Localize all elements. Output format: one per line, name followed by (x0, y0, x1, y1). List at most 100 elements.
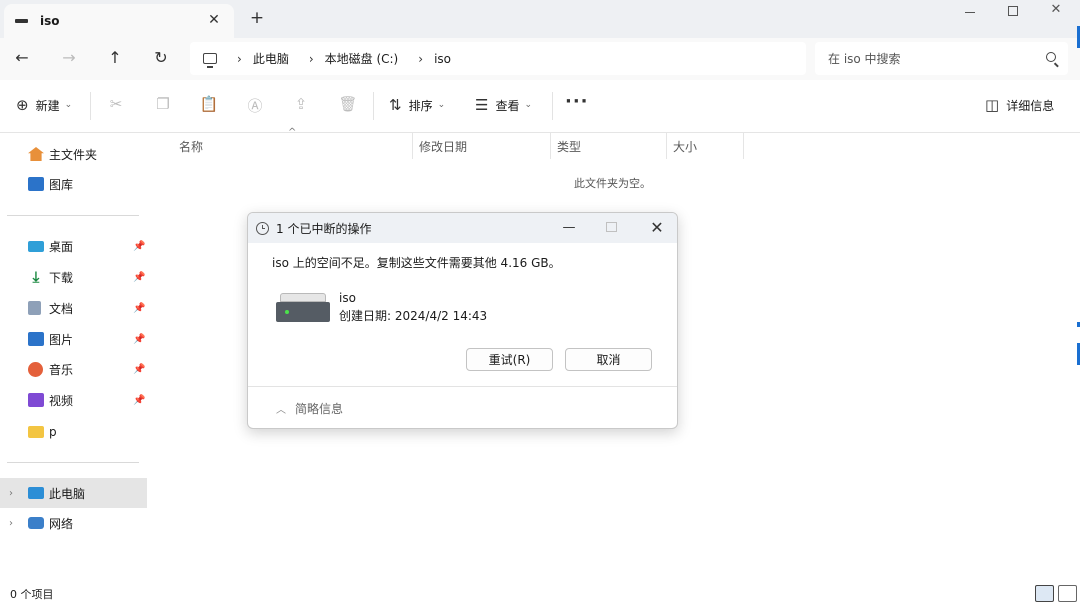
search-input[interactable]: 在 iso 中搜索 (815, 42, 1068, 75)
column-divider[interactable] (412, 133, 413, 159)
desktop-icon (28, 240, 44, 252)
pin-icon[interactable]: 📌 (133, 272, 145, 283)
back-icon[interactable]: ← (10, 47, 34, 69)
breadcrumb-separator-icon: › (237, 51, 242, 66)
cut-icon[interactable]: ✂ (105, 95, 127, 113)
delete-icon[interactable]: 🗑 (337, 95, 359, 113)
pin-icon[interactable]: 📌 (133, 334, 145, 345)
dialog-divider (248, 386, 677, 387)
sidebar-item-music[interactable]: 音乐 📌 (0, 354, 147, 384)
pin-icon[interactable]: 📌 (133, 364, 145, 375)
drive-led (285, 310, 289, 314)
chevron-down-icon: ⌄ (524, 100, 533, 110)
refresh-icon[interactable]: ↻ (149, 47, 173, 69)
details-view-icon[interactable] (1035, 585, 1054, 602)
dialog-maximize-button (606, 222, 617, 232)
column-header-type[interactable]: 类型 (557, 133, 581, 159)
paste-icon[interactable]: 📋 (198, 95, 220, 113)
tab-close-icon[interactable]: ✕ (206, 12, 222, 28)
dialog-close-button[interactable]: ✕ (649, 218, 665, 237)
gallery-icon (28, 177, 44, 191)
view-button[interactable]: ☰ 查看 ⌄ (475, 96, 532, 114)
sort-button[interactable]: ⇅ 排序 ⌄ (389, 96, 445, 114)
forward-icon[interactable]: → (57, 47, 81, 69)
tiles-view-icon[interactable] (1058, 585, 1077, 602)
drive-top-face (280, 293, 326, 302)
sidebar-item-pictures[interactable]: 图片 📌 (0, 324, 147, 354)
dialog-title: 1 个已中断的操作 (276, 221, 372, 236)
search-icon (1046, 52, 1056, 62)
minimize-icon (965, 12, 975, 13)
search-placeholder: 在 iso 中搜索 (828, 52, 901, 66)
sidebar-item-label: 视频 (49, 393, 74, 408)
breadcrumb-this-pc[interactable]: 此电脑 (253, 50, 289, 67)
download-icon: ⤓ (32, 268, 40, 286)
toolbar-divider (373, 92, 374, 120)
item-count: 0 个项目 (10, 588, 54, 601)
retry-button[interactable]: 重试(R) (466, 348, 553, 371)
sidebar-item-gallery[interactable]: 图库 (0, 169, 147, 199)
details-label: 详细信息 (1006, 98, 1055, 113)
pin-icon[interactable]: 📌 (133, 303, 145, 314)
window-close-button[interactable]: ✕ (1041, 2, 1071, 20)
sidebar-item-label: 主文件夹 (49, 147, 98, 162)
column-header-size[interactable]: 大小 (673, 133, 697, 159)
hard-drive-icon (276, 293, 330, 322)
less-info-toggle[interactable]: ︿ 简略信息 (276, 400, 343, 417)
view-label: 查看 (495, 98, 520, 113)
more-options-icon[interactable]: ··· (565, 91, 589, 112)
new-button[interactable]: ⊕ 新建 ⌄ (16, 96, 72, 114)
sidebar-item-documents[interactable]: 文档 📌 (0, 293, 147, 323)
interrupted-operation-dialog: 1 个已中断的操作 — ✕ iso 上的空间不足。复制这些文件需要其他 4.16… (247, 212, 678, 429)
pictures-icon (28, 332, 44, 346)
sidebar-item-desktop[interactable]: 桌面 📌 (0, 231, 147, 261)
window-maximize-button[interactable] (998, 2, 1028, 20)
column-divider[interactable] (743, 133, 744, 159)
cancel-button[interactable]: 取消 (565, 348, 652, 371)
details-pane-button[interactable]: ◫ 详细信息 (985, 96, 1054, 114)
tab-title: iso (40, 14, 60, 28)
new-tab-icon[interactable]: + (248, 8, 266, 28)
sidebar-item-label: 图库 (49, 177, 74, 192)
network-icon (28, 517, 44, 529)
clock-icon (256, 221, 269, 235)
pc-icon (28, 487, 44, 499)
window-minimize-button[interactable] (955, 2, 985, 20)
folder-icon (28, 426, 44, 438)
navigation-pane: 主文件夹 图库 桌面 📌 ⤓ 下载 📌 文档 📌 图片 📌 音乐 📌 视频 📌 … (0, 133, 150, 583)
chevron-right-icon[interactable]: › (9, 518, 13, 529)
details-pane-icon: ◫ (985, 96, 1000, 114)
tab-iso[interactable]: iso ✕ (4, 4, 234, 38)
sidebar-item-label: 音乐 (49, 362, 74, 377)
pin-icon[interactable]: 📌 (133, 395, 145, 406)
dialog-minimize-button[interactable]: — (562, 220, 576, 235)
sidebar-item-this-pc[interactable]: › 此电脑 (0, 478, 147, 508)
share-icon[interactable]: ⇪ (290, 95, 312, 113)
dialog-message: iso 上的空间不足。复制这些文件需要其他 4.16 GB。 (272, 256, 561, 270)
item-created-date: 创建日期: 2024/4/2 14:43 (339, 309, 488, 323)
address-bar[interactable]: › 此电脑 › 本地磁盘 (C:) › iso (190, 42, 806, 75)
breadcrumb-iso[interactable]: iso (434, 52, 451, 66)
copy-icon[interactable]: ❐ (152, 95, 174, 113)
rename-icon[interactable]: Ⓐ (244, 95, 266, 116)
column-header-name[interactable]: 名称 (179, 133, 203, 159)
up-icon[interactable]: ↑ (103, 47, 127, 69)
title-bar: iso ✕ + ✕ (0, 0, 1080, 38)
column-header-modified[interactable]: 修改日期 (419, 133, 467, 159)
drive-tab-icon (15, 19, 28, 23)
pin-icon[interactable]: 📌 (133, 241, 145, 252)
column-divider[interactable] (666, 133, 667, 159)
sidebar-item-p[interactable]: p (0, 417, 147, 447)
sidebar-item-label: 网络 (49, 516, 74, 531)
sidebar-item-downloads[interactable]: ⤓ 下载 📌 (0, 262, 147, 292)
sidebar-item-home[interactable]: 主文件夹 (0, 139, 147, 169)
breadcrumb-separator-icon: › (308, 51, 314, 66)
plus-circle-icon: ⊕ (16, 96, 29, 114)
navigation-bar: ← → ↑ ↻ › 此电脑 › 本地磁盘 (C:) › iso 在 iso 中搜… (0, 38, 1080, 80)
sidebar-item-videos[interactable]: 视频 📌 (0, 385, 147, 415)
breadcrumb-local-disk[interactable]: 本地磁盘 (C:) (325, 50, 399, 67)
command-bar: ⊕ 新建 ⌄ ✂ ❐ 📋 Ⓐ ⇪ 🗑 ⇅ 排序 ⌄ ☰ 查看 ⌄ ··· ◫ 详… (0, 80, 1080, 133)
sidebar-item-network[interactable]: › 网络 (0, 508, 147, 538)
column-divider[interactable] (550, 133, 551, 159)
chevron-right-icon[interactable]: › (9, 488, 13, 499)
